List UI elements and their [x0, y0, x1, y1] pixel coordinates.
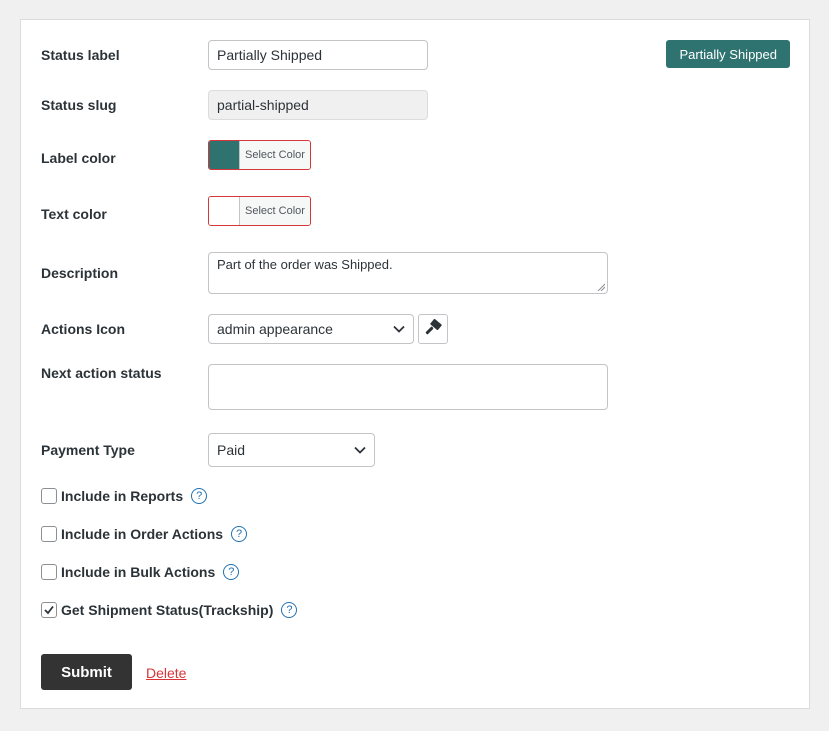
status-edit-panel: Status label Partially Shipped Partially… [20, 19, 810, 709]
payment-type-label: Payment Type [41, 442, 135, 458]
include-in-bulk-actions-row[interactable]: Include in Bulk Actions ? [41, 564, 240, 580]
status-slug-label: Status slug [41, 97, 117, 113]
actions-icon-label: Actions Icon [41, 321, 126, 337]
status-slug-input[interactable]: partial-shipped [208, 90, 428, 120]
include-in-reports-row[interactable]: Include in Reports ? [41, 488, 208, 504]
checkmark-icon [44, 605, 54, 615]
help-icon[interactable]: ? [223, 564, 240, 580]
next-action-status-input[interactable] [208, 364, 608, 410]
actions-icon-select[interactable]: admin appearance [208, 314, 414, 344]
chevron-down-icon [354, 446, 366, 454]
label-color-label: Label color [41, 150, 116, 166]
description-textarea[interactable]: Part of the order was Shipped. [208, 252, 608, 294]
get-shipment-status-checkbox[interactable] [41, 602, 57, 618]
include-in-order-actions-checkbox[interactable] [41, 526, 57, 542]
include-in-order-actions-row[interactable]: Include in Order Actions ? [41, 526, 248, 542]
payment-type-select-value: Paid [217, 442, 246, 458]
payment-type-select[interactable]: Paid [208, 433, 375, 467]
text-color-label: Text color [41, 206, 107, 222]
paint-brush-icon-button[interactable] [418, 314, 448, 344]
status-label-input[interactable]: Partially Shipped [208, 40, 428, 70]
include-in-reports-checkbox[interactable] [41, 488, 57, 504]
next-action-status-label: Next action status [41, 365, 162, 381]
description-label: Description [41, 265, 119, 281]
help-icon[interactable]: ? [281, 602, 298, 618]
status-label-label: Status label [41, 47, 120, 63]
include-in-reports-label: Include in Reports [61, 488, 184, 504]
get-shipment-status-label: Get Shipment Status(Trackship) [61, 602, 274, 618]
chevron-down-icon [393, 325, 405, 333]
text-color-select-text: Select Color [240, 197, 310, 225]
include-in-bulk-actions-label: Include in Bulk Actions [61, 564, 216, 580]
text-color-picker-button[interactable]: Select Color [208, 196, 311, 226]
include-in-bulk-actions-checkbox[interactable] [41, 564, 57, 580]
help-icon[interactable]: ? [231, 526, 248, 542]
get-shipment-status-row[interactable]: Get Shipment Status(Trackship) ? [41, 602, 298, 618]
help-icon[interactable]: ? [191, 488, 208, 504]
submit-button[interactable]: Submit [41, 654, 132, 690]
resize-handle-icon[interactable] [597, 283, 605, 291]
label-color-swatch [209, 141, 240, 169]
label-color-picker-button[interactable]: Select Color [208, 140, 311, 170]
include-in-order-actions-label: Include in Order Actions [61, 526, 224, 542]
label-color-select-text: Select Color [240, 141, 310, 169]
description-text: Part of the order was Shipped. [217, 257, 393, 272]
text-color-swatch [209, 197, 240, 225]
status-preview-badge: Partially Shipped [666, 40, 790, 68]
actions-icon-select-value: admin appearance [217, 321, 333, 337]
paint-brush-icon [425, 319, 442, 335]
delete-link[interactable]: Delete [146, 665, 186, 681]
